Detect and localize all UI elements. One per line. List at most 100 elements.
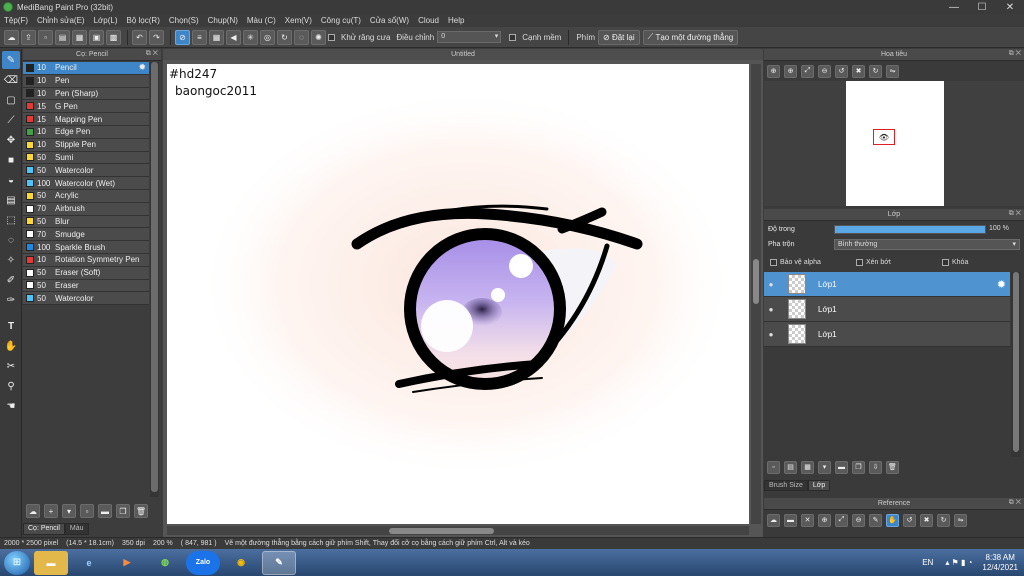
new-halftone-layer-icon[interactable]: ▤	[784, 460, 797, 474]
brush-item[interactable]: 50 Watercolor	[23, 292, 149, 306]
brush-item[interactable]: 15 Mapping Pen	[23, 113, 149, 126]
layer-scrollbar[interactable]	[1011, 272, 1021, 457]
brush-item[interactable]: 10 Rotation Symmetry Pen	[23, 253, 149, 267]
parallel-snap-icon[interactable]: ≡	[192, 29, 207, 45]
eraser-tool-icon[interactable]: ⌫	[2, 71, 20, 89]
ref-rotate-right-icon[interactable]: ↻	[937, 513, 950, 527]
curve-snap-icon[interactable]: ↻	[277, 29, 292, 45]
menu-help[interactable]: Help	[448, 16, 464, 25]
canvas-vertical-scrollbar[interactable]	[751, 64, 761, 524]
gradient-tool-icon[interactable]: ▤	[2, 191, 20, 209]
upload-icon[interactable]: ⇪	[21, 29, 36, 45]
menu-select[interactable]: Chọn(S)	[169, 16, 199, 25]
medibang-taskbar-icon[interactable]: ✎	[262, 550, 296, 575]
add-layer-menu-icon[interactable]: ▾	[818, 460, 831, 474]
windows-start-icon[interactable]: ⊞	[4, 550, 30, 575]
protect-alpha-option[interactable]: Bảo vệ alpha	[770, 258, 821, 266]
ref-eyedropper-icon[interactable]: ✎	[869, 513, 882, 527]
file-explorer-icon[interactable]: ▬	[34, 550, 68, 575]
ref-reset-icon[interactable]: ✖	[920, 513, 933, 527]
rotate-left-icon[interactable]: ↺	[835, 64, 848, 78]
lock-option[interactable]: Khóa	[942, 258, 968, 266]
navigator-viewport-frame[interactable]: 👁	[873, 129, 895, 145]
new-file-icon[interactable]: ▫	[38, 29, 53, 45]
brush-item[interactable]: 50 Blur	[23, 215, 149, 229]
new-1bit-layer-icon[interactable]: ▦	[801, 460, 814, 474]
language-indicator[interactable]: EN	[922, 558, 933, 567]
ref-zoom-out-icon[interactable]: ⊖	[852, 513, 865, 527]
brush-file-icon[interactable]: ▫	[80, 504, 94, 518]
gear-icon[interactable]: ✹	[138, 62, 146, 73]
delete-layer-icon[interactable]: 🗑	[886, 460, 899, 474]
cloud-icon[interactable]: ☁	[4, 29, 19, 45]
ref-flip-icon[interactable]: ⇋	[954, 513, 967, 527]
cloud-ref-icon[interactable]: ☁	[767, 513, 780, 527]
tab-color[interactable]: Màu	[64, 523, 89, 535]
zoom-in-2-icon[interactable]: ⊕	[784, 64, 797, 78]
tray-icons[interactable]: ▴ ⚑ ▮ ◔	[945, 558, 972, 567]
flip-icon[interactable]: ⇋	[886, 64, 899, 78]
delete-brush-icon[interactable]: 🗑	[134, 504, 148, 518]
blend-mode-select[interactable]: Bình thường	[834, 239, 1020, 250]
export-icon[interactable]: ▣	[89, 29, 104, 45]
brush-item[interactable]: 10 Pencil ✹	[23, 62, 149, 75]
ref-rotate-left-icon[interactable]: ↺	[903, 513, 916, 527]
protect-alpha-checkbox[interactable]	[770, 258, 777, 266]
layer-item[interactable]: ● Lớp1 ✹	[764, 272, 1010, 297]
undo-icon[interactable]: ↶	[132, 29, 147, 45]
panel-controls-icon[interactable]: ⧉ ✕	[1009, 50, 1021, 58]
close-button[interactable]: ✕	[996, 0, 1024, 14]
tab-layer[interactable]: Lớp	[807, 480, 831, 491]
hand-tool-icon[interactable]: ☚	[2, 397, 20, 415]
layer-item[interactable]: ● Lớp1	[764, 297, 1010, 322]
internet-explorer-icon[interactable]: e	[72, 551, 106, 575]
menu-tools[interactable]: Công cụ(T)	[321, 16, 361, 25]
lock-checkbox[interactable]	[942, 258, 949, 266]
ref-hand-icon[interactable]: ✋	[886, 513, 899, 527]
layer-item[interactable]: ● Lớp1	[764, 322, 1010, 347]
brush-item[interactable]: 50 Sumi	[23, 151, 149, 165]
chrome-icon[interactable]: ◉	[224, 551, 258, 575]
brush-item[interactable]: 10 Pen	[23, 74, 149, 88]
menu-edit[interactable]: Chỉnh sửa(E)	[37, 16, 85, 25]
tab-brush[interactable]: Cọ: Pencil	[23, 523, 65, 535]
grid-icon[interactable]: ▩	[106, 29, 121, 45]
save-icon[interactable]: ▦	[72, 29, 87, 45]
move-tool-icon[interactable]: ✥	[2, 131, 20, 149]
clock[interactable]: 8:38 AM 12/4/2021	[982, 553, 1018, 573]
duplicate-brush-icon[interactable]: ❐	[116, 504, 130, 518]
open-ref-icon[interactable]: ▬	[784, 513, 797, 527]
brush-item[interactable]: 70 Smudge	[23, 228, 149, 242]
shape-tool-icon[interactable]: ⟋	[2, 111, 20, 129]
scroll-thumb[interactable]	[753, 259, 759, 304]
brush-item[interactable]: 100 Watercolor (Wet)	[23, 177, 149, 190]
text-tool-icon[interactable]: T	[2, 317, 20, 335]
visibility-icon[interactable]: ●	[764, 305, 778, 314]
menu-filter[interactable]: Bộ lọc(R)	[127, 16, 160, 25]
eyedropper-tool-icon[interactable]: ⚲	[2, 377, 20, 395]
brush-item[interactable]: 70 Airbrush	[23, 202, 149, 216]
navigator-preview[interactable]: 👁	[764, 81, 1024, 206]
menu-window[interactable]: Cửa sổ(W)	[370, 16, 409, 25]
brush-item[interactable]: 10 Stipple Pen	[23, 138, 149, 152]
cloud-brush-icon[interactable]: ☁	[26, 504, 40, 518]
lasso-tool-icon[interactable]: ◌	[2, 231, 20, 249]
zoom-in-icon[interactable]: ⊕	[767, 64, 780, 78]
snap-off-icon[interactable]: ⊘	[175, 29, 190, 45]
add-brush-menu-icon[interactable]: ▾	[62, 504, 76, 518]
dot-tool-icon[interactable]: ▢	[2, 91, 20, 109]
select-pen-tool-icon[interactable]: ✐	[2, 271, 20, 289]
magic-wand-tool-icon[interactable]: ✧	[2, 251, 20, 269]
antialias-checkbox[interactable]	[328, 33, 335, 41]
opacity-slider[interactable]	[834, 225, 986, 234]
menu-snap[interactable]: Chụp(N)	[208, 16, 238, 25]
brush-scrollbar[interactable]	[150, 62, 159, 497]
select-tool-icon[interactable]: ⬚	[2, 211, 20, 229]
tab-brush-size[interactable]: Brush Size	[764, 480, 808, 491]
panel-controls-icon[interactable]: ⧉ ✕	[1009, 499, 1021, 507]
brush-item[interactable]: 50 Acrylic	[23, 189, 149, 203]
zoom-out-icon[interactable]: ⊖	[818, 64, 831, 78]
settings-snap-icon[interactable]: ✺	[311, 29, 326, 45]
clipping-option[interactable]: Xén bớt	[856, 258, 891, 266]
fit-icon[interactable]: ⤢	[801, 64, 814, 78]
